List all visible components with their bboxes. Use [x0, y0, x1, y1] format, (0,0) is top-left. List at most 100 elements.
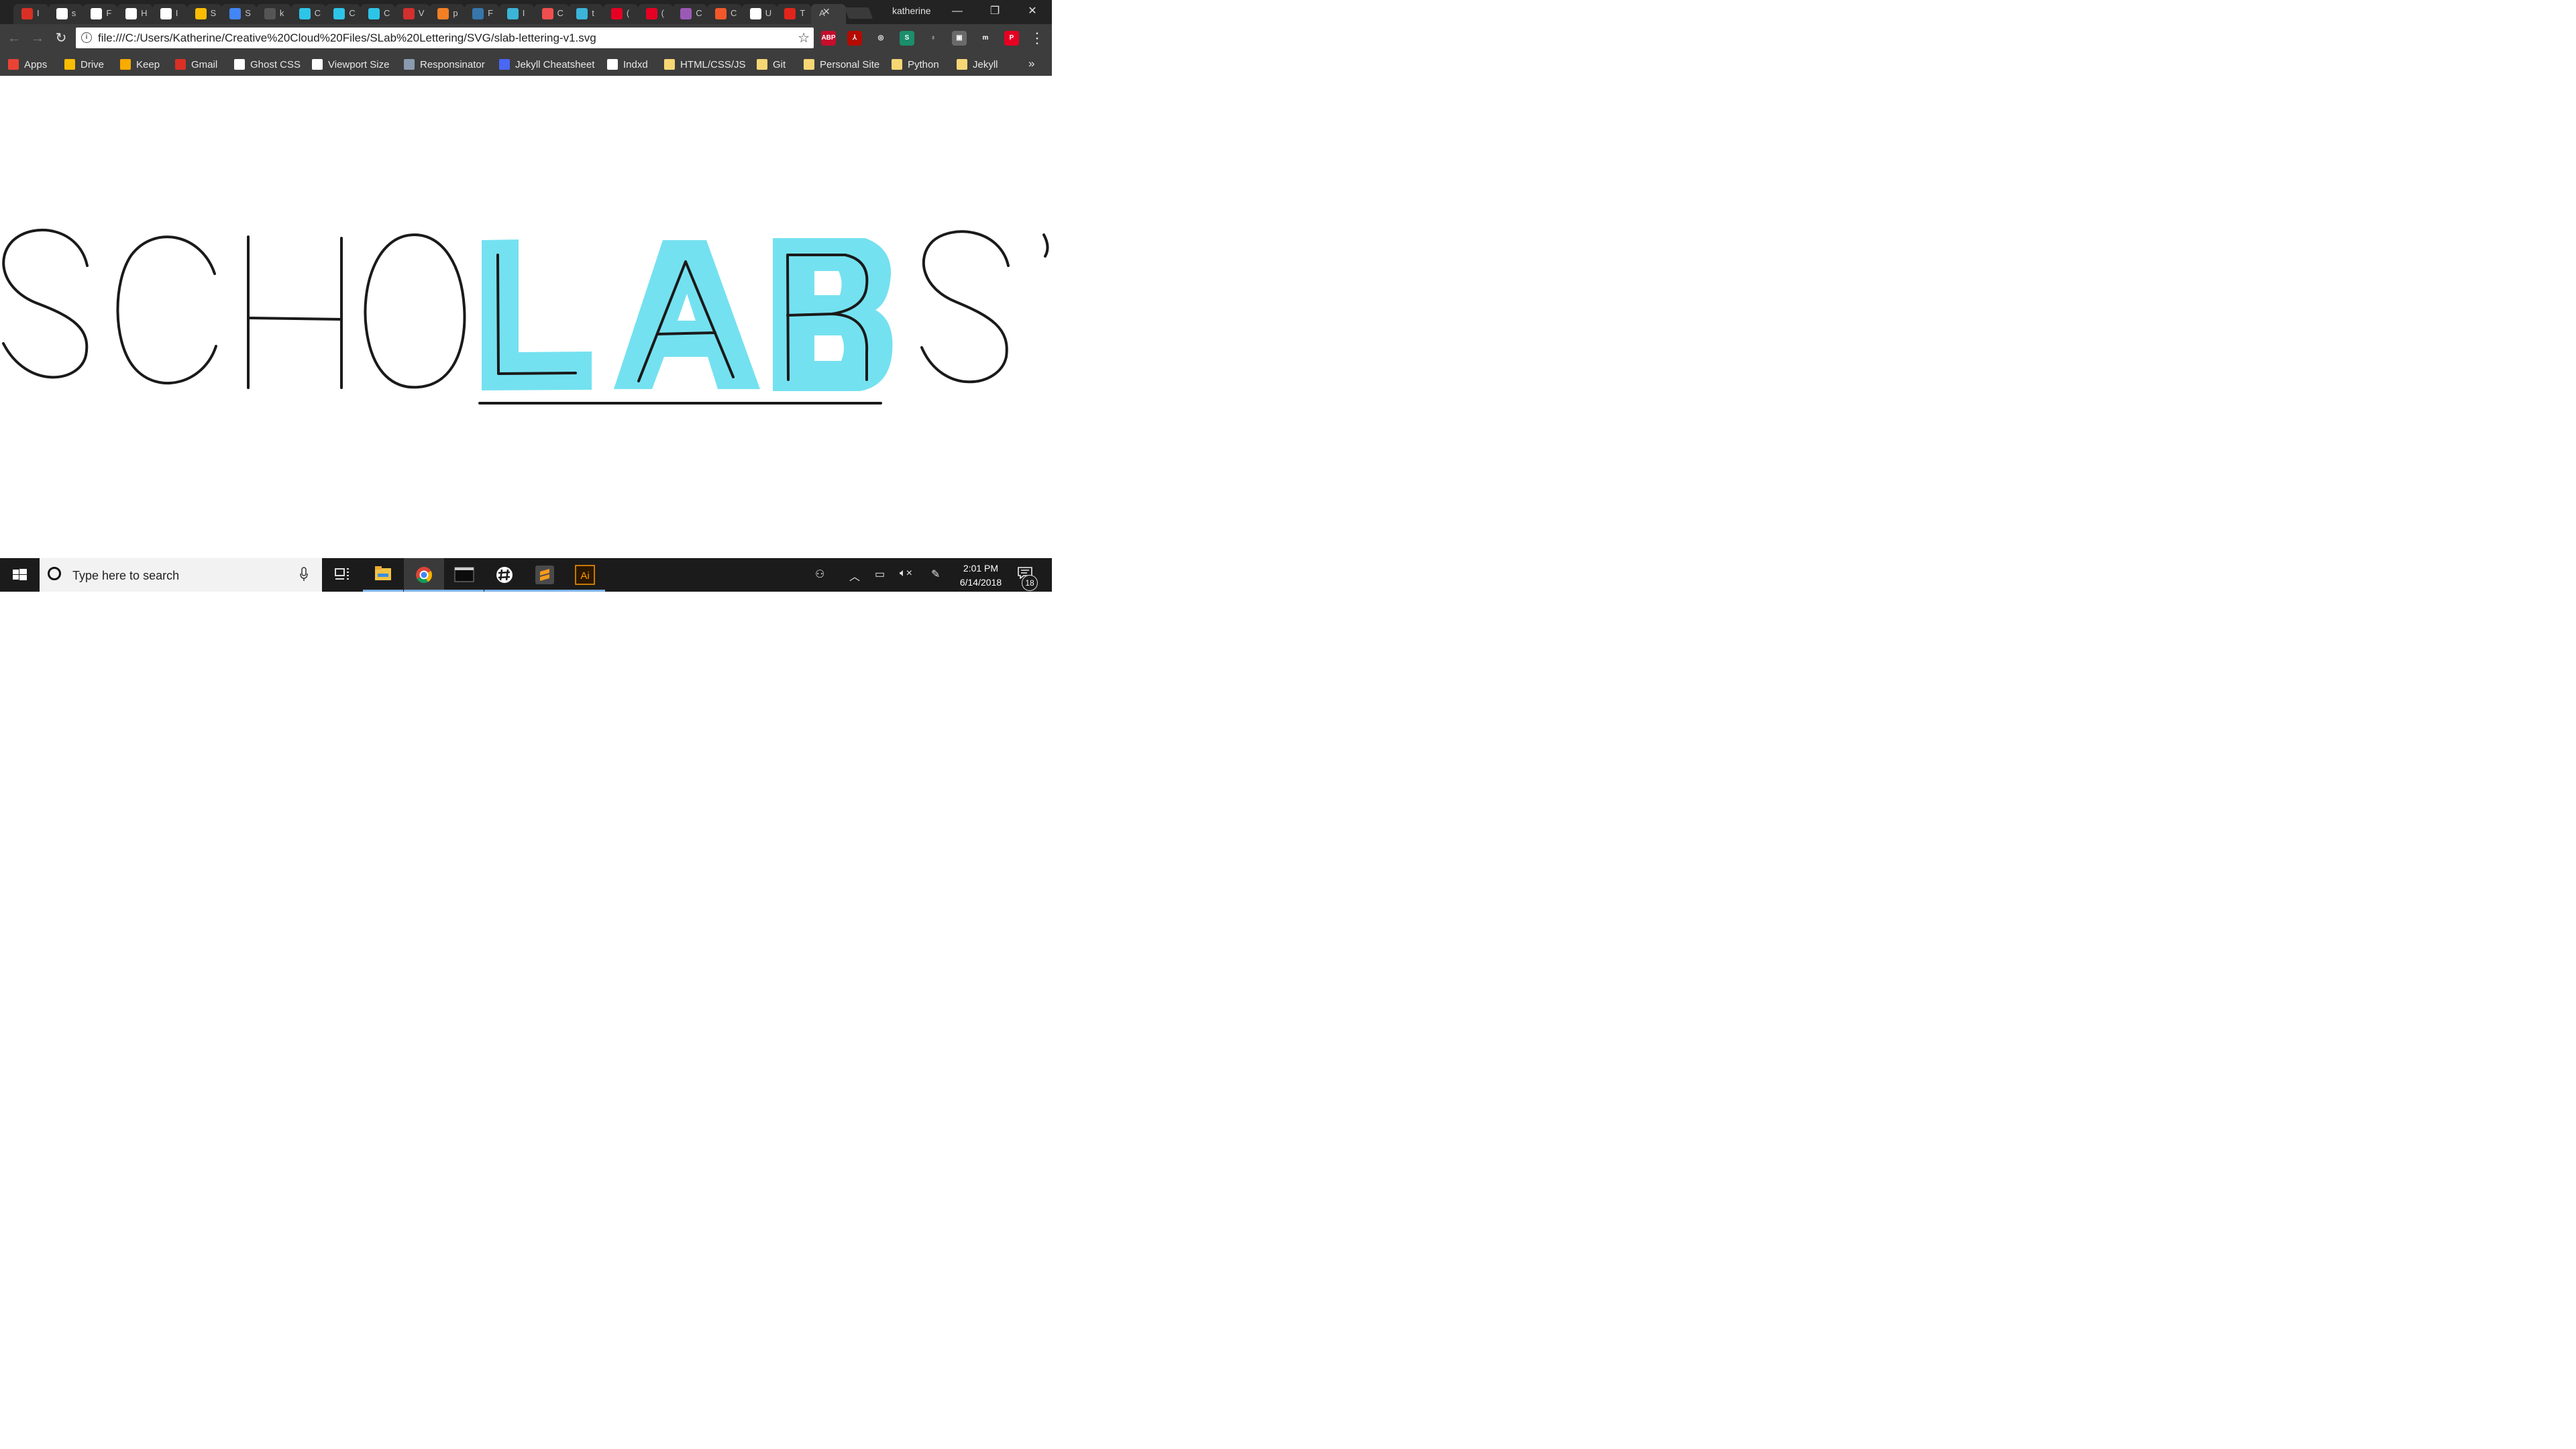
bookmark-item[interactable]: Python — [892, 57, 939, 72]
browser-tab[interactable]: C — [707, 4, 742, 24]
browser-tab[interactable]: S — [186, 4, 222, 24]
pinterest-icon[interactable]: P — [1004, 31, 1019, 46]
bookmark-item[interactable]: Ghost CSS — [234, 57, 301, 72]
browser-tab[interactable]: C — [360, 4, 395, 24]
bookmark-label: Git — [773, 58, 786, 70]
microphone-icon[interactable] — [300, 567, 308, 582]
bookmark-item[interactable]: Keep — [120, 57, 160, 72]
bird-icon — [506, 8, 519, 19]
browser-tab[interactable]: C — [672, 4, 708, 24]
bookmark-label: Personal Site — [820, 58, 880, 70]
forward-icon[interactable]: → — [29, 30, 46, 47]
bookmark-item[interactable]: Jekyll Cheatsheet — [499, 57, 594, 72]
pen-workspace-icon[interactable]: ✎ — [931, 568, 940, 581]
task-view-icon[interactable] — [322, 558, 362, 592]
url-text[interactable]: file:///C:/Users/Katherine/Creative%20Cl… — [98, 32, 596, 45]
flipboard-icon — [541, 8, 553, 19]
sublime-text-icon[interactable] — [525, 558, 565, 592]
responsinator-icon — [404, 59, 415, 70]
bookmark-label: Jekyll — [973, 58, 998, 70]
bulb-icon[interactable]: ♁ — [926, 31, 941, 46]
bookmarks-overflow-icon[interactable]: » — [1028, 57, 1034, 70]
browser-tab[interactable]: ( — [637, 4, 673, 24]
bookmark-item[interactable]: Viewport Size — [312, 57, 389, 72]
back-icon[interactable]: ← — [5, 30, 23, 47]
volume-muted-icon[interactable]: 🔈︎× — [900, 568, 912, 580]
tab-title: F — [106, 8, 112, 18]
browser-toolbar: ← → ↻ i file:///C:/Users/Katherine/Creat… — [0, 24, 1052, 52]
tab-strip: Is F H I S Sk C C C Vp F I Ct((C C U T A ✕ katherine — ❐… — [0, 0, 1052, 24]
tab-title: C — [349, 8, 356, 18]
bookmark-item[interactable]: Apps — [8, 57, 47, 72]
browser-tab[interactable]: I — [498, 4, 534, 24]
browser-tab[interactable]: C — [325, 4, 361, 24]
illustrator-icon[interactable]: Ai — [565, 558, 605, 592]
inspect-icon[interactable]: ◎ — [873, 31, 888, 46]
browser-tab[interactable]: ( — [602, 4, 638, 24]
gmail-icon — [175, 59, 186, 70]
bookmark-label: Responsinator — [420, 58, 485, 70]
new-tab-button[interactable] — [844, 7, 873, 19]
tab-title: s — [71, 8, 76, 18]
bookmark-star-icon[interactable]: ☆ — [798, 30, 810, 46]
browser-tab[interactable]: S — [221, 4, 257, 24]
bookmark-item[interactable]: Jekyll — [957, 57, 998, 72]
close-window-icon[interactable]: ✕ — [1022, 3, 1042, 20]
square-extension-icon[interactable]: ▣ — [952, 31, 967, 46]
github-icon — [56, 8, 68, 19]
search-placeholder[interactable]: Type here to search — [72, 569, 179, 583]
tab-title: I — [175, 8, 178, 18]
taskbar: Type here to search Ai ⚇ ︿ ▭ 🔈︎× ✎ 2:01 … — [0, 558, 1052, 592]
pinterest-icon — [645, 8, 657, 19]
bookmark-item[interactable]: HTML/CSS/JS — [664, 57, 746, 72]
reload-icon[interactable]: ↻ — [52, 30, 70, 47]
slack-icon[interactable] — [484, 558, 525, 592]
adblock-icon[interactable]: ABP — [821, 31, 836, 46]
chrome-icon[interactable] — [404, 558, 444, 592]
browser-tab[interactable]: H — [117, 4, 153, 24]
browser-tab[interactable]: F — [464, 4, 500, 24]
folder-icon — [757, 59, 767, 70]
acrobat-icon[interactable]: ⅄ — [847, 31, 862, 46]
terminal-icon[interactable] — [443, 558, 484, 592]
browser-tab[interactable]: V — [394, 4, 430, 24]
bookmark-item[interactable]: Indxd — [607, 57, 648, 72]
browser-tab[interactable]: F — [83, 4, 118, 24]
document-icon — [234, 59, 245, 70]
browser-tab[interactable]: t — [568, 4, 604, 24]
profile-name[interactable]: katherine — [892, 5, 931, 16]
browser-tab[interactable]: s — [48, 4, 83, 24]
s-extension-icon[interactable]: S — [900, 31, 914, 46]
bookmark-item[interactable]: Git — [757, 57, 786, 72]
menu-icon[interactable]: ⋮ — [1028, 30, 1046, 47]
clock[interactable]: 2:01 PM 6/14/2018 — [953, 561, 1009, 590]
address-bar[interactable]: i file:///C:/Users/Katherine/Creative%20… — [76, 28, 814, 48]
bookmarks-bar: Apps Drive Keep Gmail Ghost CSS Viewport Size… — [0, 52, 1052, 76]
start-button[interactable] — [0, 558, 39, 592]
minimize-icon[interactable]: — — [947, 3, 967, 20]
restore-icon[interactable]: ❐ — [985, 3, 1005, 20]
tab-close-icon[interactable]: ✕ — [822, 6, 830, 17]
browser-tab[interactable]: C — [290, 4, 326, 24]
browser-tab[interactable]: k — [256, 4, 291, 24]
browser-tab[interactable]: C — [533, 4, 569, 24]
docs-icon — [229, 8, 241, 19]
browser-tab[interactable]: I — [13, 4, 48, 24]
show-hidden-icons[interactable]: ︿ — [849, 568, 860, 584]
browser-tab[interactable]: T — [776, 4, 812, 24]
bookmark-item[interactable]: Personal Site — [804, 57, 879, 72]
bookmark-item[interactable]: Drive — [64, 57, 104, 72]
m-extension-icon[interactable]: m — [978, 31, 993, 46]
people-icon[interactable]: ⚇ — [815, 568, 824, 581]
file-explorer-icon[interactable] — [363, 558, 403, 592]
bookmark-item[interactable]: Responsinator — [404, 57, 485, 72]
document-icon — [607, 59, 618, 70]
bookmark-item[interactable]: Gmail — [175, 57, 217, 72]
windows-logo-icon — [13, 569, 27, 580]
battery-icon[interactable]: ▭ — [875, 568, 885, 581]
browser-tab[interactable]: I — [152, 4, 187, 24]
taskbar-search[interactable]: Type here to search — [40, 558, 322, 592]
browser-tab[interactable]: U — [741, 4, 777, 24]
browser-tab[interactable]: p — [429, 4, 465, 24]
info-icon[interactable]: i — [81, 32, 92, 43]
